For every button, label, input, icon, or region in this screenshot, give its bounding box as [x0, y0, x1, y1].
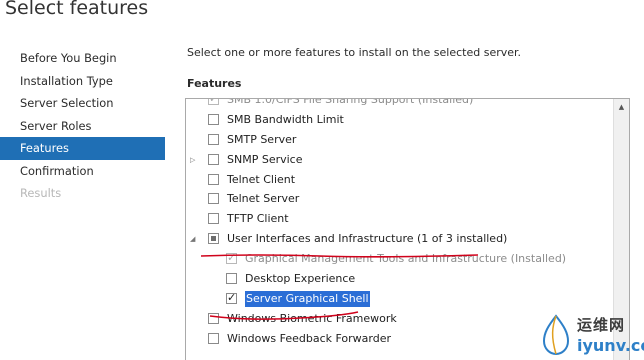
feature-row[interactable]: Telnet Server: [186, 190, 613, 210]
feature-checkbox[interactable]: [208, 133, 219, 145]
feature-label: Telnet Client: [227, 172, 296, 186]
feature-label: TFTP Client: [227, 212, 289, 226]
feature-checkbox[interactable]: [208, 153, 219, 165]
feature-checkbox[interactable]: [208, 113, 219, 125]
scroll-up-arrow-icon[interactable]: ▲: [614, 99, 629, 115]
feature-row[interactable]: Server Graphical Shell: [186, 290, 613, 310]
expand-arrow-down-icon[interactable]: ◢: [190, 235, 195, 243]
feature-checkbox: [208, 99, 219, 105]
feature-checkbox[interactable]: [226, 291, 237, 304]
watermark: 运维网 iyunv.com: [534, 310, 644, 360]
instruction-text: Select one or more features to install o…: [187, 46, 522, 59]
feature-row[interactable]: SMB 1.0/CIFS File Sharing Support (Insta…: [186, 98, 613, 111]
feature-row[interactable]: Desktop Experience: [186, 270, 613, 290]
feature-label: User Interfaces and Infrastructure (1 of…: [227, 232, 508, 246]
page-title: Select features: [5, 0, 149, 19]
feature-checkbox[interactable]: [208, 312, 219, 324]
feature-row[interactable]: Graphical Management Tools and Infrastru…: [186, 250, 613, 270]
feature-checkbox[interactable]: [208, 233, 219, 245]
feature-row[interactable]: ◢ User Interfaces and Infrastructure (1 o…: [186, 230, 613, 250]
features-heading: Features: [187, 77, 242, 90]
feature-checkbox[interactable]: [208, 173, 219, 185]
feature-label: Windows Biometric Framework: [227, 311, 397, 325]
feature-row[interactable]: TFTP Client: [186, 210, 613, 230]
feature-row[interactable]: SMTP Server: [186, 131, 613, 151]
nav-item-features[interactable]: Features: [0, 137, 165, 160]
feature-checkbox[interactable]: [226, 273, 237, 285]
nav-item-installation-type[interactable]: Installation Type: [0, 70, 165, 93]
feature-label: SMTP Server: [227, 132, 297, 146]
feature-label: SNMP Service: [227, 152, 303, 166]
nav-item-before-you-begin[interactable]: Before You Begin: [0, 47, 165, 70]
nav-item-server-selection[interactable]: Server Selection: [0, 92, 165, 115]
nav-item-server-roles[interactable]: Server Roles: [0, 115, 165, 138]
feature-checkbox[interactable]: [208, 332, 219, 344]
expand-arrow-right-icon[interactable]: ▷: [190, 156, 195, 164]
feature-label: Desktop Experience: [245, 272, 356, 286]
feature-checkbox[interactable]: [208, 193, 219, 205]
nav-item-results: Results: [20, 186, 62, 200]
feature-label: Telnet Server: [227, 192, 300, 206]
feature-label: Graphical Management Tools and Infrastru…: [245, 252, 567, 266]
feature-label: SMB Bandwidth Limit: [227, 112, 344, 126]
nav-item-confirmation[interactable]: Confirmation: [0, 160, 165, 183]
feature-checkbox: [226, 251, 237, 265]
feature-row[interactable]: Telnet Client: [186, 171, 613, 191]
watermark-en-text: iyunv.com: [577, 336, 644, 355]
feature-row[interactable]: SMB Bandwidth Limit: [186, 111, 613, 131]
wizard-nav: Before You Begin Installation Type Server …: [0, 47, 165, 205]
watermark-cn-text: 运维网: [577, 316, 626, 334]
feature-checkbox[interactable]: [208, 213, 219, 225]
feature-label: Server Graphical Shell: [245, 290, 370, 307]
watermark-logo-icon: [542, 314, 570, 356]
feature-label: Windows Feedback Forwarder: [227, 331, 392, 345]
feature-label: SMB 1.0/CIFS File Sharing Support (Insta…: [227, 98, 474, 106]
feature-row[interactable]: ▷ SNMP Service: [186, 151, 613, 171]
